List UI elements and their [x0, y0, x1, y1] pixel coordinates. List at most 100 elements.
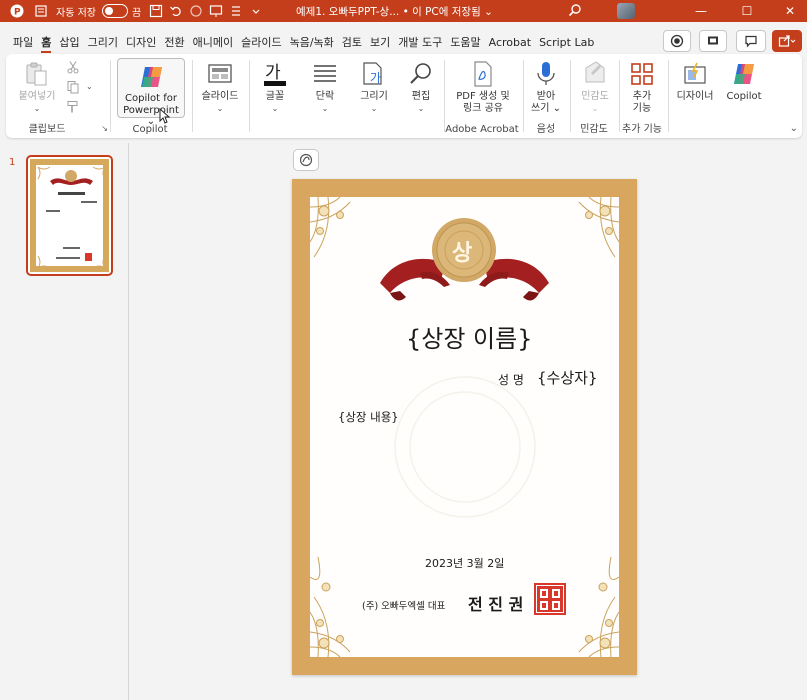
designer-button[interactable]: 디자이너: [672, 60, 718, 103]
quick-access-icon[interactable]: [34, 4, 48, 18]
dictate-label-line2: 쓰기 ⌄: [531, 103, 561, 114]
tab-record[interactable]: 녹음/녹화: [287, 30, 337, 54]
search-icon[interactable]: [567, 3, 583, 19]
thumbnail-frame: [30, 159, 109, 272]
copy-chevron[interactable]: ⌄: [86, 82, 93, 91]
copilot-for-powerpoint-button[interactable]: Copilot for Powerpoint ⌄: [117, 58, 185, 127]
format-painter-icon[interactable]: [66, 100, 80, 114]
undo-icon[interactable]: [169, 4, 183, 18]
tab-view[interactable]: 보기: [367, 30, 393, 54]
tab-file[interactable]: 파일: [10, 30, 36, 54]
close-button[interactable]: ✕: [775, 0, 805, 22]
tab-developer[interactable]: 개발 도구: [395, 30, 445, 54]
paragraph-chevron: ⌄: [321, 104, 329, 113]
addins-button[interactable]: 추가 기능: [620, 60, 664, 115]
red-stamp: [534, 583, 566, 615]
new-slide-icon: [206, 60, 234, 88]
autosave-toggle[interactable]: [101, 4, 128, 18]
avatar[interactable]: [617, 3, 635, 19]
slides-label: 슬라이드: [201, 91, 239, 102]
editing-button[interactable]: 편집 ⌄: [401, 60, 441, 115]
adobe-group-label: Adobe Acrobat: [445, 124, 519, 135]
ribbon-separator: [192, 60, 193, 132]
sensitivity-button[interactable]: 민감도 ⌄: [572, 60, 618, 115]
redo-icon[interactable]: [189, 4, 203, 18]
tab-insert[interactable]: 삽입: [56, 30, 82, 54]
share-button[interactable]: [772, 30, 802, 52]
addins-icon: [628, 60, 656, 88]
copilot-icon: [730, 60, 758, 88]
tab-animations[interactable]: 애니메이: [190, 30, 236, 54]
tab-acrobat[interactable]: Acrobat: [486, 30, 534, 54]
drawing-button[interactable]: 가 그리기 ⌄: [352, 60, 396, 115]
slide-canvas[interactable]: 상 {상장 이름} 성 명 {수상자} {상장 내용} 2023년 3월 2일 …: [292, 179, 637, 675]
paragraph-button[interactable]: 단락 ⌄: [303, 60, 347, 115]
customize-quick-access-icon[interactable]: [249, 4, 263, 18]
more-commands-icon[interactable]: [229, 4, 243, 18]
copilot-button[interactable]: Copilot: [720, 60, 768, 103]
recipient-prefix: 성 명: [498, 373, 524, 387]
seal-character: 상: [452, 241, 473, 266]
svg-text:가: 가: [370, 71, 381, 85]
sensitivity-label: 민감도: [581, 91, 609, 102]
slides-button[interactable]: 슬라이드 ⌄: [196, 60, 244, 115]
drawing-chevron: ⌄: [370, 104, 378, 113]
find-icon: [407, 60, 435, 88]
paste-button[interactable]: 붙여넣기 ⌄: [12, 60, 62, 115]
ribbon-separator: [444, 60, 445, 132]
award-content[interactable]: {상장 내용}: [338, 409, 399, 425]
maximize-button[interactable]: ☐: [732, 0, 762, 22]
record-button[interactable]: [663, 30, 691, 52]
pdf-label-line2: 링크 공유: [463, 103, 503, 114]
font-button[interactable]: 가 글꼴 ⌄: [253, 60, 297, 115]
record-icon: [670, 34, 684, 48]
tab-script-lab[interactable]: Script Lab: [536, 30, 597, 54]
shapes-icon: 가: [360, 60, 388, 88]
sensitivity-chevron: ⌄: [591, 104, 599, 113]
copy-icon[interactable]: [66, 80, 80, 94]
cut-icon[interactable]: [66, 60, 80, 74]
tab-transitions[interactable]: 전환: [161, 30, 187, 54]
addins-label-line1: 추가: [632, 91, 652, 102]
expand-ribbon-icon[interactable]: ⌄: [790, 123, 798, 134]
slide-thumbnail[interactable]: [26, 155, 113, 276]
addins-label-line2: 기능: [632, 103, 652, 114]
title-bar: P 자동 저장 끔 예제1. 오빠두PPT-상... • 이 PC에 저장됨 ⌄…: [0, 0, 807, 22]
recipient-name[interactable]: {수상자}: [537, 367, 598, 388]
slide-copilot-button[interactable]: [293, 149, 319, 171]
clipboard-group: 붙여넣기 ⌄ ⌄ 클립보드 ↘: [6, 54, 108, 138]
create-pdf-button[interactable]: PDF 생성 및 링크 공유: [446, 60, 520, 115]
sensitivity-icon: [581, 60, 609, 88]
issuer-prefix: (주) 오빠두엑셀 대표: [362, 601, 446, 612]
present-from-start-icon[interactable]: [209, 4, 223, 18]
copilot-group-label: Copilot: [132, 124, 168, 135]
minimize-button[interactable]: —: [686, 0, 716, 22]
tab-help[interactable]: 도움말: [447, 30, 483, 54]
editing-label: 편집: [411, 91, 431, 102]
svg-text:P: P: [14, 8, 21, 18]
thumbnail-paper: [36, 165, 106, 269]
slides-chevron: ⌄: [216, 104, 224, 113]
copilot-label-line1: Copilot for: [125, 93, 177, 104]
award-date[interactable]: 2023년 3월 2일: [425, 555, 504, 571]
share-icon: [778, 35, 796, 47]
tab-design[interactable]: 디자인: [123, 30, 159, 54]
award-name[interactable]: {상장 이름}: [406, 319, 533, 354]
save-icon[interactable]: [149, 4, 163, 18]
tab-review[interactable]: 검토: [339, 30, 365, 54]
tab-slideshow[interactable]: 슬라이드: [238, 30, 284, 54]
tab-draw[interactable]: 그리기: [85, 30, 121, 54]
document-title[interactable]: 예제1. 오빠두PPT-상... • 이 PC에 저장됨 ⌄: [296, 0, 493, 22]
dictate-button[interactable]: 받아 쓰기 ⌄: [524, 60, 568, 115]
issuer-name[interactable]: 전 진 권: [468, 591, 523, 615]
slide-number: 1: [9, 157, 16, 168]
paragraph-icon: [311, 60, 339, 88]
copilot-icon: [299, 153, 313, 167]
comments-button[interactable]: [736, 30, 766, 52]
present-button[interactable]: [699, 30, 727, 52]
powerpoint-logo-icon: P: [10, 4, 24, 18]
clipboard-launcher-icon[interactable]: ↘: [101, 124, 108, 133]
copilot-button-label: Copilot: [726, 91, 762, 102]
pdf-label-line1: PDF 생성 및: [456, 91, 510, 102]
tab-home[interactable]: 홈: [38, 30, 54, 54]
